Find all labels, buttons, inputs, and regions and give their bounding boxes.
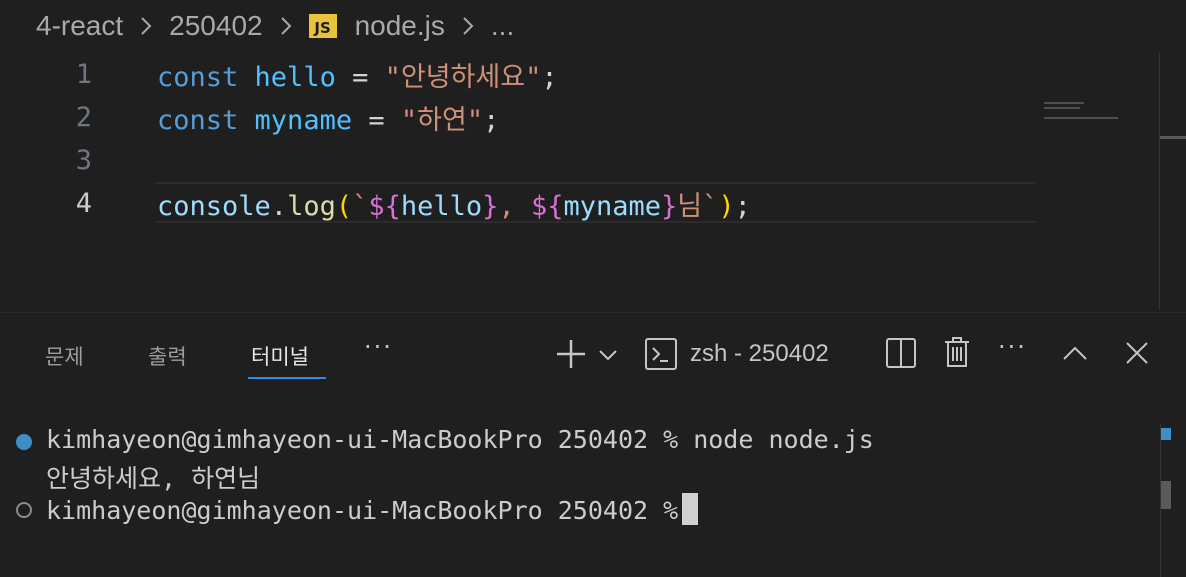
code-line[interactable]: 2 const myname = "하연"; bbox=[0, 96, 1040, 139]
line-number: 4 bbox=[75, 188, 92, 219]
command-pending-icon[interactable] bbox=[16, 502, 32, 518]
code-line[interactable]: 1 const hello = "안녕하세요"; bbox=[0, 53, 1040, 96]
scrollbar-marker bbox=[1161, 428, 1171, 440]
line-number: 2 bbox=[75, 102, 92, 133]
maximize-panel-icon[interactable] bbox=[1062, 345, 1088, 365]
terminal-line: kimhayeon@gimhayeon-ui-MacBookPro 250402… bbox=[46, 425, 874, 454]
chevron-right-icon bbox=[457, 15, 479, 37]
chevron-right-icon bbox=[135, 15, 157, 37]
terminal-prompt: kimhayeon@gimhayeon-ui-MacBookPro 250402… bbox=[46, 496, 679, 525]
editor-scrollbar-track[interactable] bbox=[1159, 52, 1160, 310]
bottom-panel: 문제 출력 터미널 ··· zsh - 250402 ··· kimhayeon… bbox=[0, 312, 1186, 577]
chevron-right-icon bbox=[275, 15, 297, 37]
line-number: 3 bbox=[75, 145, 92, 176]
editor-scrollbar-thumb[interactable] bbox=[1160, 136, 1186, 139]
code-line[interactable]: 3 bbox=[0, 139, 1040, 182]
code-text: const myname = "하연"; bbox=[157, 105, 500, 136]
tab-output[interactable]: 출력 bbox=[148, 341, 187, 371]
code-editor[interactable]: 1 const hello = "안녕하세요"; 2 const myname … bbox=[0, 50, 1186, 312]
terminal-name[interactable]: zsh - 250402 bbox=[690, 340, 829, 368]
active-tab-indicator bbox=[248, 377, 326, 379]
breadcrumb-folder-250402[interactable]: 250402 bbox=[169, 10, 262, 42]
code-text: const hello = "안녕하세요"; bbox=[157, 62, 558, 93]
line-number: 1 bbox=[75, 59, 92, 90]
chevron-down-icon[interactable] bbox=[598, 347, 618, 366]
terminal-scrollbar-thumb[interactable] bbox=[1161, 481, 1171, 509]
more-tabs-icon[interactable]: ··· bbox=[364, 333, 393, 361]
terminal-icon bbox=[644, 337, 678, 375]
tab-terminal[interactable]: 터미널 bbox=[251, 341, 309, 371]
split-terminal-icon[interactable] bbox=[885, 337, 917, 373]
terminal-cursor bbox=[682, 493, 699, 525]
breadcrumb-symbols[interactable]: ... bbox=[491, 10, 514, 42]
terminal-prompt-line: kimhayeon@gimhayeon-ui-MacBookPro 250402… bbox=[46, 493, 699, 527]
code-line-current[interactable]: 4 console.log(`${hello}, ${myname}님`); bbox=[0, 182, 1040, 225]
terminal-line: 안녕하세요, 하연님 bbox=[46, 464, 261, 493]
command-success-icon[interactable] bbox=[16, 434, 32, 450]
breadcrumb-folder-4-react[interactable]: 4-react bbox=[36, 10, 123, 42]
code-text: console.log(`${hello}, ${myname}님`); bbox=[157, 191, 751, 222]
panel-tabs: 문제 출력 터미널 ··· zsh - 250402 ··· bbox=[0, 313, 1186, 391]
minimap[interactable] bbox=[1044, 102, 1144, 122]
more-actions-icon[interactable]: ··· bbox=[998, 333, 1027, 361]
close-icon[interactable] bbox=[1125, 341, 1149, 369]
tab-problems[interactable]: 문제 bbox=[45, 341, 84, 371]
breadcrumb-file-node-js[interactable]: node.js bbox=[355, 10, 445, 42]
trash-icon[interactable] bbox=[942, 335, 972, 373]
new-terminal-plus-icon[interactable] bbox=[554, 337, 588, 375]
js-file-icon: JS bbox=[308, 14, 337, 38]
breadcrumb: 4-react 250402 JS node.js ... bbox=[36, 6, 514, 46]
